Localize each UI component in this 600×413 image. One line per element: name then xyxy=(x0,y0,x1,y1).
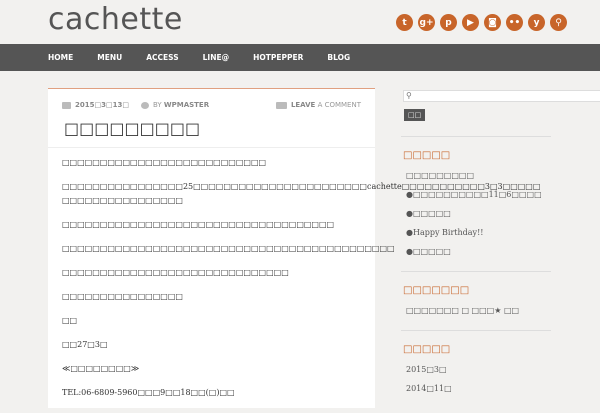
post-meta: 2015□3□13□ BY WPMASTER LEAVE A COMMENT xyxy=(62,101,361,109)
site-logo[interactable]: cachette xyxy=(48,2,183,37)
widget-item[interactable]: ●Happy Birthday!! xyxy=(406,229,600,237)
widget-item[interactable]: ●□□□□□□□□□□11□6□□□□ xyxy=(406,191,600,199)
widget-item[interactable]: □□□□□□□□□ xyxy=(406,172,600,180)
divider xyxy=(48,147,375,148)
post-title[interactable]: □□□□□□□□□ xyxy=(64,119,200,138)
comment-link[interactable]: A COMMENT xyxy=(318,101,361,109)
widget-title: □□□□□□□ xyxy=(403,285,470,296)
nav-line[interactable]: LINE@ xyxy=(203,44,229,71)
twitter-icon[interactable]: t xyxy=(396,14,413,31)
widget-item[interactable]: ●□□□□□ xyxy=(406,248,600,256)
sidebar: ⚲ □□ □□□□□ □□□□□□□□□ ●□□□□□□□□□□11□6□□□□… xyxy=(401,90,600,393)
widget-item[interactable]: ●□□□□□ xyxy=(406,210,600,218)
main-nav: HOME MENU ACCESS LINE@ HOTPEPPER BLOG xyxy=(0,44,600,71)
archive-link[interactable]: 2014□11□ xyxy=(406,385,600,393)
nav-hotpepper[interactable]: HOTPEPPER xyxy=(253,44,303,71)
yelp-icon[interactable]: y xyxy=(528,14,545,31)
nav-blog[interactable]: BLOG xyxy=(327,44,350,71)
widget-title: □□□□□ xyxy=(403,344,451,355)
post-article: 2015□3□13□ BY WPMASTER LEAVE A COMMENT □… xyxy=(48,88,540,408)
user-icon xyxy=(140,101,149,109)
calendar-icon xyxy=(62,101,71,109)
comment-icon xyxy=(275,101,287,109)
search-button[interactable]: □□ xyxy=(404,109,426,121)
divider xyxy=(401,136,551,137)
nav-access[interactable]: ACCESS xyxy=(146,44,178,71)
nav-menu[interactable]: MENU xyxy=(97,44,122,71)
pinterest-icon[interactable]: p xyxy=(440,14,457,31)
search-icon[interactable]: ⚲ xyxy=(550,14,567,31)
divider xyxy=(401,330,551,331)
leave-label[interactable]: LEAVE xyxy=(291,101,315,109)
post-author[interactable]: WPMASTER xyxy=(164,101,209,109)
flickr-icon[interactable]: •• xyxy=(506,14,523,31)
divider xyxy=(401,271,551,272)
widget-title: □□□□□ xyxy=(403,150,451,161)
search-icon: ⚲ xyxy=(406,91,412,100)
instagram-icon[interactable]: ◙ xyxy=(484,14,501,31)
social-links: t g+ p ▶ ◙ •• y ⚲ xyxy=(396,14,567,31)
nav-home[interactable]: HOME xyxy=(48,44,73,71)
google-plus-icon[interactable]: g+ xyxy=(418,14,435,31)
post-date[interactable]: 2015□3□13□ xyxy=(75,101,129,109)
search-input[interactable]: ⚲ xyxy=(403,90,600,102)
youtube-icon[interactable]: ▶ xyxy=(462,14,479,31)
by-label: BY xyxy=(152,101,162,109)
site-header: cachette t g+ p ▶ ◙ •• y ⚲ xyxy=(0,0,600,44)
widget-item[interactable]: □□□□□□□ □ □□□★ □□ xyxy=(406,307,600,315)
archive-link[interactable]: 2015□3□ xyxy=(406,366,600,374)
